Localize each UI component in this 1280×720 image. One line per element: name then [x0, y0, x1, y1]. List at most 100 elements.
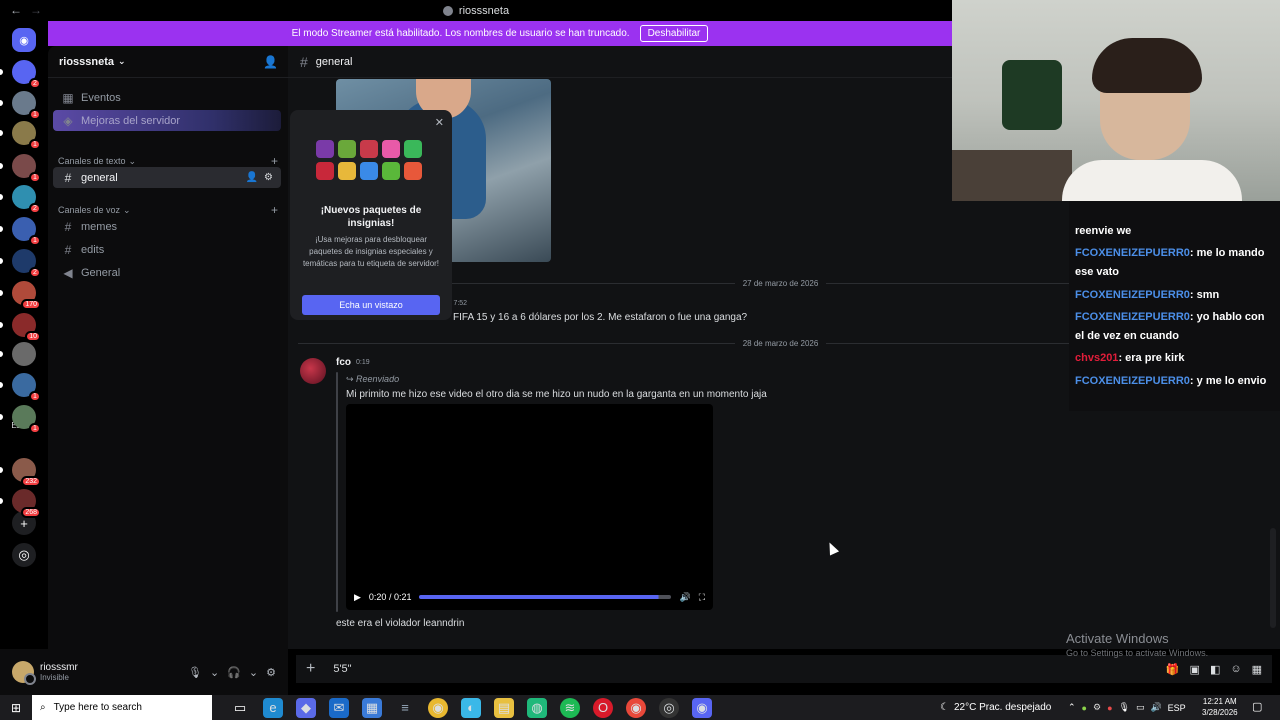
sticker-icon[interactable]: ◧	[1210, 663, 1220, 676]
spotify-icon[interactable]: ≋	[560, 697, 580, 718]
unread-badge: 10	[25, 331, 41, 342]
tray-app-icon[interactable]: ⚙	[1093, 702, 1101, 713]
network-icon[interactable]: ▭	[1136, 702, 1145, 713]
stream-chat-line: FCOXENEIZEPUERR0: y me lo envio	[1075, 372, 1275, 391]
gift-icon[interactable]: 🎁	[1166, 663, 1180, 676]
forward-arrow-icon[interactable]: →	[30, 3, 42, 17]
chat-scrollbar[interactable]	[1270, 528, 1276, 628]
chevron-down-icon[interactable]: ⌄	[210, 666, 219, 679]
weather-widget[interactable]: ☾ 22°C Prac. despejado	[940, 695, 1051, 720]
microphone-icon[interactable]: 🎙	[1119, 702, 1130, 713]
app-icon[interactable]: ◍	[527, 697, 547, 718]
message-author[interactable]: fco	[336, 357, 351, 368]
channel-memes-label: memes	[81, 220, 118, 233]
add-text-channel-icon[interactable]: +	[271, 154, 278, 168]
microphone-icon[interactable]: 🎙	[188, 666, 202, 679]
chevron-down-icon[interactable]: ⌄	[249, 666, 258, 679]
server-icon[interactable]: 170	[12, 281, 41, 310]
chrome-icon[interactable]: ◉	[428, 697, 448, 718]
discover-icon[interactable]: ◎	[12, 543, 36, 567]
server-icon[interactable]: 1	[12, 121, 41, 150]
chevron-up-icon[interactable]: ⌃	[1068, 702, 1076, 713]
channel-general[interactable]: # general 👤 ⚙	[53, 167, 281, 188]
server-icon[interactable]: 1	[12, 217, 41, 246]
stream-chat-line: FCOXENEIZEPUERR0: smn	[1075, 286, 1275, 305]
server-header[interactable]: riosssneta ⌄ 👤	[48, 46, 288, 78]
server-icon[interactable]: 2	[12, 249, 41, 278]
app-icon[interactable]: ◐	[461, 697, 481, 718]
chrome-icon[interactable]: ◉	[626, 697, 646, 718]
copilot-icon[interactable]: ◆	[296, 697, 316, 718]
tray-app-icon[interactable]: ●	[1082, 703, 1087, 713]
invite-user-icon[interactable]: 👤	[263, 55, 278, 69]
play-icon[interactable]: ▶	[354, 592, 361, 603]
forwarded-message-text: Mi primito me hizo ese video el otro dia…	[346, 389, 767, 400]
gear-icon[interactable]: ⚙	[266, 666, 276, 679]
attach-plus-icon[interactable]: +	[306, 660, 315, 678]
events-item[interactable]: ▦ Eventos	[53, 87, 281, 108]
volume-icon[interactable]: 🔊	[679, 592, 690, 603]
server-icon[interactable]: 1	[12, 91, 41, 120]
server-icon[interactable]: 2	[12, 60, 41, 89]
server-icon[interactable]: 1	[12, 373, 41, 402]
popup-cta-button[interactable]: Echa un vistazo	[302, 295, 440, 315]
fullscreen-icon[interactable]: ⛶	[699, 592, 705, 603]
avatar[interactable]	[12, 661, 36, 685]
outlook-icon[interactable]: ✉	[329, 697, 349, 718]
date-divider-label: 27 de marzo de 2026	[742, 278, 819, 288]
edge-icon[interactable]: e	[263, 697, 283, 718]
server-icon[interactable]: 232	[12, 458, 41, 487]
voice-channels-category[interactable]: Canales de voz ⌄ +	[58, 203, 278, 217]
add-voice-channel-icon[interactable]: +	[271, 203, 278, 217]
window-title: riosssneta	[442, 5, 509, 17]
opera-icon[interactable]: O	[593, 697, 613, 718]
tray-app-icon[interactable]: ●	[1107, 703, 1112, 713]
server-icon[interactable]: 268	[12, 489, 41, 518]
file-explorer-icon[interactable]: ▤	[494, 697, 514, 718]
server-icon[interactable]: 10	[12, 313, 41, 342]
add-member-icon[interactable]: 👤	[246, 172, 258, 183]
badge-icon	[382, 140, 400, 158]
video-player[interactable]: ▶ 0:20 / 0:21 🔊 ⛶	[346, 404, 713, 610]
disable-streamer-button[interactable]: Deshabilitar	[639, 25, 709, 42]
server-icon[interactable]: 2	[12, 185, 41, 214]
server-boosts-item[interactable]: ◈ Mejoras del servidor	[53, 110, 281, 131]
badge-icon	[316, 162, 334, 180]
taskbar-clock[interactable]: 12:21 AM 3/28/2026	[1202, 696, 1238, 718]
server-icon[interactable]: 1	[12, 154, 41, 183]
unread-pip	[0, 194, 3, 200]
volume-icon[interactable]: 🔊	[1150, 702, 1161, 713]
taskbar-search[interactable]: ⌕ Type here to search	[32, 695, 212, 720]
discord-icon[interactable]: ◉	[692, 697, 712, 718]
store-icon[interactable]: ▦	[362, 697, 382, 718]
notification-icon[interactable]: ▢	[1252, 700, 1262, 713]
avatar[interactable]	[300, 358, 326, 384]
gear-icon[interactable]: ⚙	[264, 172, 273, 183]
task-view-icon[interactable]: ▭	[230, 698, 250, 718]
gif-icon[interactable]: ▣	[1190, 663, 1200, 676]
server-icon[interactable]: 1	[12, 405, 41, 434]
channel-memes[interactable]: # memes	[53, 216, 281, 237]
server-icon[interactable]	[12, 342, 36, 366]
close-icon[interactable]: ✕	[435, 116, 444, 129]
obs-icon[interactable]: ◎	[659, 697, 679, 718]
back-arrow-icon[interactable]: ←	[10, 3, 22, 17]
popup-description: ¡Usa mejoras para desbloquear paquetes d…	[302, 235, 440, 268]
app-icon[interactable]: ≡	[395, 698, 415, 718]
apps-icon[interactable]: ▦	[1252, 663, 1262, 676]
badge-icon	[338, 162, 356, 180]
unread-pip	[0, 290, 3, 296]
emoji-icon[interactable]: ☺	[1230, 663, 1241, 676]
video-progress-bar[interactable]	[419, 595, 672, 599]
text-channels-category[interactable]: Canales de texto ⌄ +	[58, 154, 278, 168]
windows-start-icon[interactable]: ⊞	[0, 701, 32, 715]
message-composer[interactable]: + 5'5" 🎁 ▣ ◧ ☺ ▦	[296, 655, 1272, 683]
message-input[interactable]: 5'5"	[333, 663, 351, 675]
channel-edits[interactable]: # edits	[53, 239, 281, 260]
search-placeholder: Type here to search	[53, 702, 142, 713]
language-indicator[interactable]: ESP	[1168, 703, 1186, 713]
unread-pip	[0, 498, 3, 504]
headphones-icon[interactable]: 🎧	[227, 666, 241, 679]
direct-messages-icon[interactable]: ◉	[12, 28, 36, 52]
voice-channel-general[interactable]: ◀ General	[53, 262, 281, 283]
